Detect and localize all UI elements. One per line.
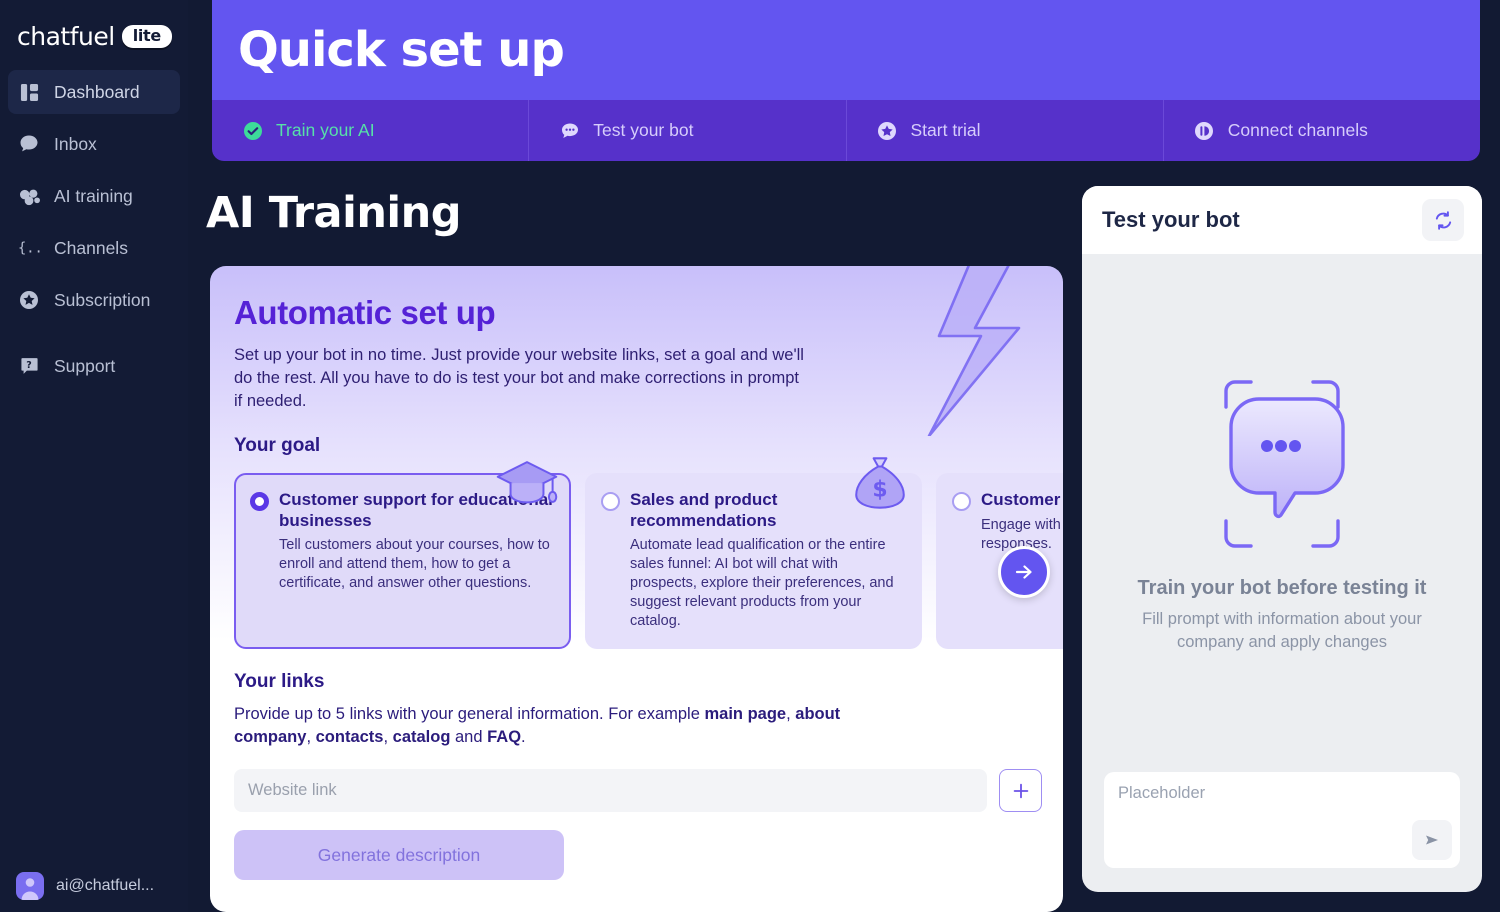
svg-text:?: ? <box>26 360 32 371</box>
tab-label: Test your bot <box>593 120 694 140</box>
svg-text:$: $ <box>872 478 887 503</box>
app-root: chatfuel lite Dashboard Inbox AI trainin… <box>0 0 1500 912</box>
sidebar-item-dashboard[interactable]: Dashboard <box>8 70 180 114</box>
test-panel-input-area: Placeholder <box>1082 772 1482 868</box>
test-panel-header: Test your bot <box>1082 186 1482 254</box>
your-goal-heading: Your goal <box>234 435 321 456</box>
sidebar-item-ai-training[interactable]: AI training <box>8 174 180 218</box>
user-email: ai@chatfuel... <box>56 877 155 894</box>
sidebar-item-label: AI training <box>54 185 133 206</box>
sidebar-item-label: Dashboard <box>54 81 140 102</box>
question-bubble-icon: ? <box>18 355 40 377</box>
tab-train-your-ai[interactable]: Train your AI <box>212 100 530 161</box>
links-hint-bold-contacts: contacts <box>315 728 384 746</box>
sidebar-item-label: Subscription <box>54 289 151 310</box>
dashboard-icon <box>18 81 40 103</box>
graduation-cap-icon <box>496 461 558 504</box>
star-badge-icon <box>18 289 40 311</box>
check-circle-icon <box>242 120 263 141</box>
avatar-person-icon <box>16 872 44 900</box>
tab-start-trial[interactable]: Start trial <box>847 100 1164 161</box>
links-hint-bold-main-page: main page <box>704 705 787 723</box>
message-input-box[interactable]: Placeholder <box>1104 772 1460 868</box>
links-hint-prefix: Provide up to 5 links with your general … <box>234 705 705 723</box>
sidebar-item-channels[interactable]: {..} Channels <box>8 226 180 270</box>
radio-button[interactable] <box>601 492 620 511</box>
sidebar-item-label: Support <box>54 355 116 376</box>
empty-state-subtitle: Fill prompt with information about your … <box>1142 609 1422 651</box>
brand-name: chatfuel <box>17 21 115 51</box>
test-your-bot-panel: Test your bot Train your bot before test… <box>1082 186 1482 892</box>
tab-connect-channels[interactable]: Connect channels <box>1164 100 1480 161</box>
brand-badge: lite <box>121 24 172 48</box>
links-hint-sep-1: , <box>786 705 796 723</box>
goal-description: Automate lead qualification or the entir… <box>630 537 894 629</box>
radio-button[interactable] <box>952 492 971 511</box>
goal-options-list: Customer support for educational busines… <box>210 457 1063 649</box>
money-bag-icon: $ <box>855 457 905 509</box>
add-link-button[interactable] <box>999 769 1042 812</box>
auto-setup-paragraph: Set up your bot in no time. Just provide… <box>234 346 804 410</box>
goal-description: Tell customers about your courses, how t… <box>279 537 550 591</box>
sidebar-user[interactable]: ai@chatfuel... <box>0 872 188 900</box>
banner-title: Quick set up <box>238 22 565 78</box>
next-goal-arrow-button[interactable] <box>998 546 1050 598</box>
goal-option-customer-support-education[interactable]: Customer support for educational busines… <box>234 461 571 649</box>
tab-label: Connect channels <box>1227 120 1368 140</box>
links-hint-bold-faq: FAQ <box>487 728 522 746</box>
sidebar: chatfuel lite Dashboard Inbox AI trainin… <box>0 0 188 912</box>
links-hint-sep-3: , <box>383 728 393 746</box>
links-hint-suffix: . <box>521 728 526 746</box>
send-message-button[interactable] <box>1412 820 1452 860</box>
links-hint-bold-catalog: catalog <box>392 728 451 746</box>
plug-circle-icon <box>1194 120 1215 141</box>
tab-test-your-bot[interactable]: Test your bot <box>529 100 847 161</box>
sidebar-item-label: Channels <box>54 237 128 258</box>
setup-steps-tabbar: Train your AI Test your bot Start trial … <box>212 100 1480 161</box>
test-panel-empty-state: Train your bot before testing it Fill pr… <box>1082 254 1482 772</box>
star-circle-icon <box>877 120 898 141</box>
message-input-placeholder: Placeholder <box>1118 784 1206 802</box>
sidebar-item-subscription[interactable]: Subscription <box>8 278 180 322</box>
automatic-setup-card: Automatic set up Set up your bot in no t… <box>210 266 1063 912</box>
radio-button[interactable] <box>250 492 269 511</box>
arrow-right-icon <box>1015 565 1032 579</box>
refresh-button[interactable] <box>1422 199 1464 241</box>
quick-setup-banner: Quick set up <box>212 0 1480 100</box>
your-links-heading: Your links <box>234 671 325 692</box>
inbox-chat-icon <box>18 133 40 155</box>
sidebar-item-label: Inbox <box>54 133 97 154</box>
goal-title: Customer s <box>981 490 1063 509</box>
plus-icon <box>1013 783 1028 798</box>
brand-logo[interactable]: chatfuel lite <box>0 0 188 54</box>
empty-state-title: Train your bot before testing it <box>1137 576 1427 599</box>
chat-dots-icon <box>559 120 580 141</box>
tab-label: Train your AI <box>276 120 375 140</box>
svg-text:{..}: {..} <box>18 241 40 257</box>
links-hint-sep-4: and <box>450 728 488 746</box>
test-panel-title: Test your bot <box>1102 207 1240 232</box>
chat-scan-icon <box>1224 379 1345 548</box>
sidebar-nav: Dashboard Inbox AI training {..} Channel… <box>0 70 188 388</box>
channels-braces-icon: {..} <box>18 237 40 259</box>
links-hint: Provide up to 5 links with your general … <box>210 693 850 749</box>
goal-option-sales-recommendations[interactable]: $ Sales and product recommendations Auto… <box>585 457 922 649</box>
generate-description-button[interactable]: Generate description <box>234 830 564 880</box>
auto-setup-heading: Automatic set up <box>234 294 496 331</box>
goal-description: Engage with y automa lly. info wi custo … <box>981 517 1063 552</box>
ai-training-icon <box>18 185 40 207</box>
send-icon <box>1426 835 1438 845</box>
refresh-icon <box>1435 210 1451 230</box>
link-input-row <box>210 749 1063 812</box>
website-link-input[interactable] <box>234 769 987 812</box>
sidebar-item-inbox[interactable]: Inbox <box>8 122 180 166</box>
sidebar-item-support[interactable]: ? Support <box>8 344 180 388</box>
page-title: AI Training <box>206 188 462 238</box>
tab-label: Start trial <box>910 120 981 140</box>
goal-header: Customer s <box>952 489 1063 511</box>
links-hint-sep-2: , <box>306 728 316 746</box>
